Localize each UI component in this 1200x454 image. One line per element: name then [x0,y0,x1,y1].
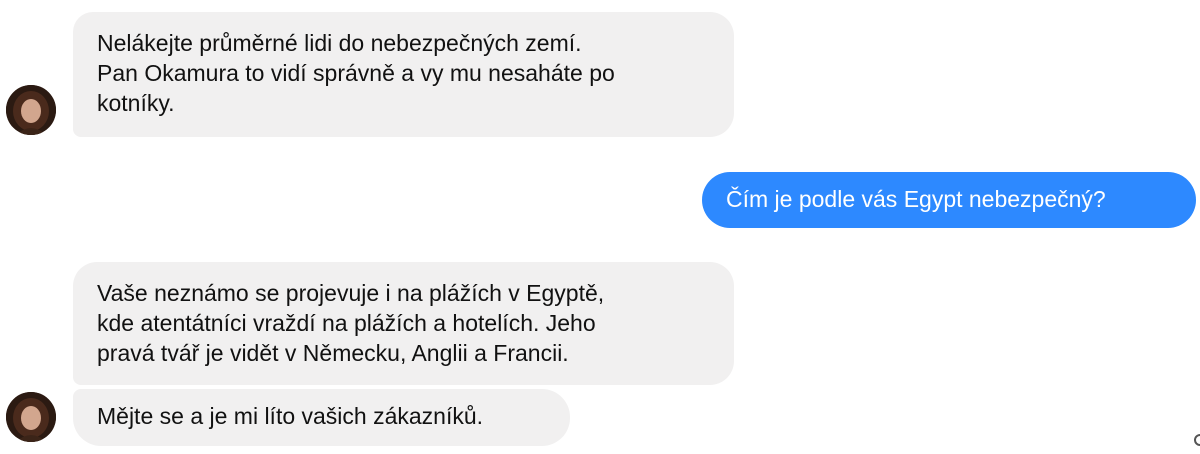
message-thread: Nelákejte průměrné lidi do nebezpečných … [0,0,1200,454]
seen-indicator-icon [1194,434,1200,446]
message-text-line: Nelákejte průměrné lidi do nebezpečných … [97,30,582,56]
message-bubble-incoming[interactable]: Nelákejte průměrné lidi do nebezpečných … [73,12,734,137]
message-text-line: kotníky. [97,90,175,116]
message-bubble-incoming[interactable]: Vaše neznámo se projevuje i na plážích v… [73,262,734,385]
message-text-line: pravá tvář je vidět v Německu, Anglii a … [97,340,569,366]
message-text-line: kde atentátníci vraždí na plážích a hote… [97,310,596,336]
message-text-line: Vaše neznámo se projevuje i na plážích v… [97,280,605,306]
avatar-photo-icon [6,85,56,135]
avatar-photo-icon [6,392,56,442]
sender-avatar[interactable] [6,392,56,442]
message-bubble-incoming[interactable]: Mějte se a je mi líto vašich zákazníků. [73,389,570,446]
message-bubble-outgoing[interactable]: Čím je podle vás Egypt nebezpečný? [702,172,1196,228]
message-text-line: Čím je podle vás Egypt nebezpečný? [726,186,1106,212]
message-text-line: Mějte se a je mi líto vašich zákazníků. [97,403,484,429]
sender-avatar[interactable] [6,85,56,135]
message-text-line: Pan Okamura to vidí správně a vy mu nesa… [97,60,615,86]
